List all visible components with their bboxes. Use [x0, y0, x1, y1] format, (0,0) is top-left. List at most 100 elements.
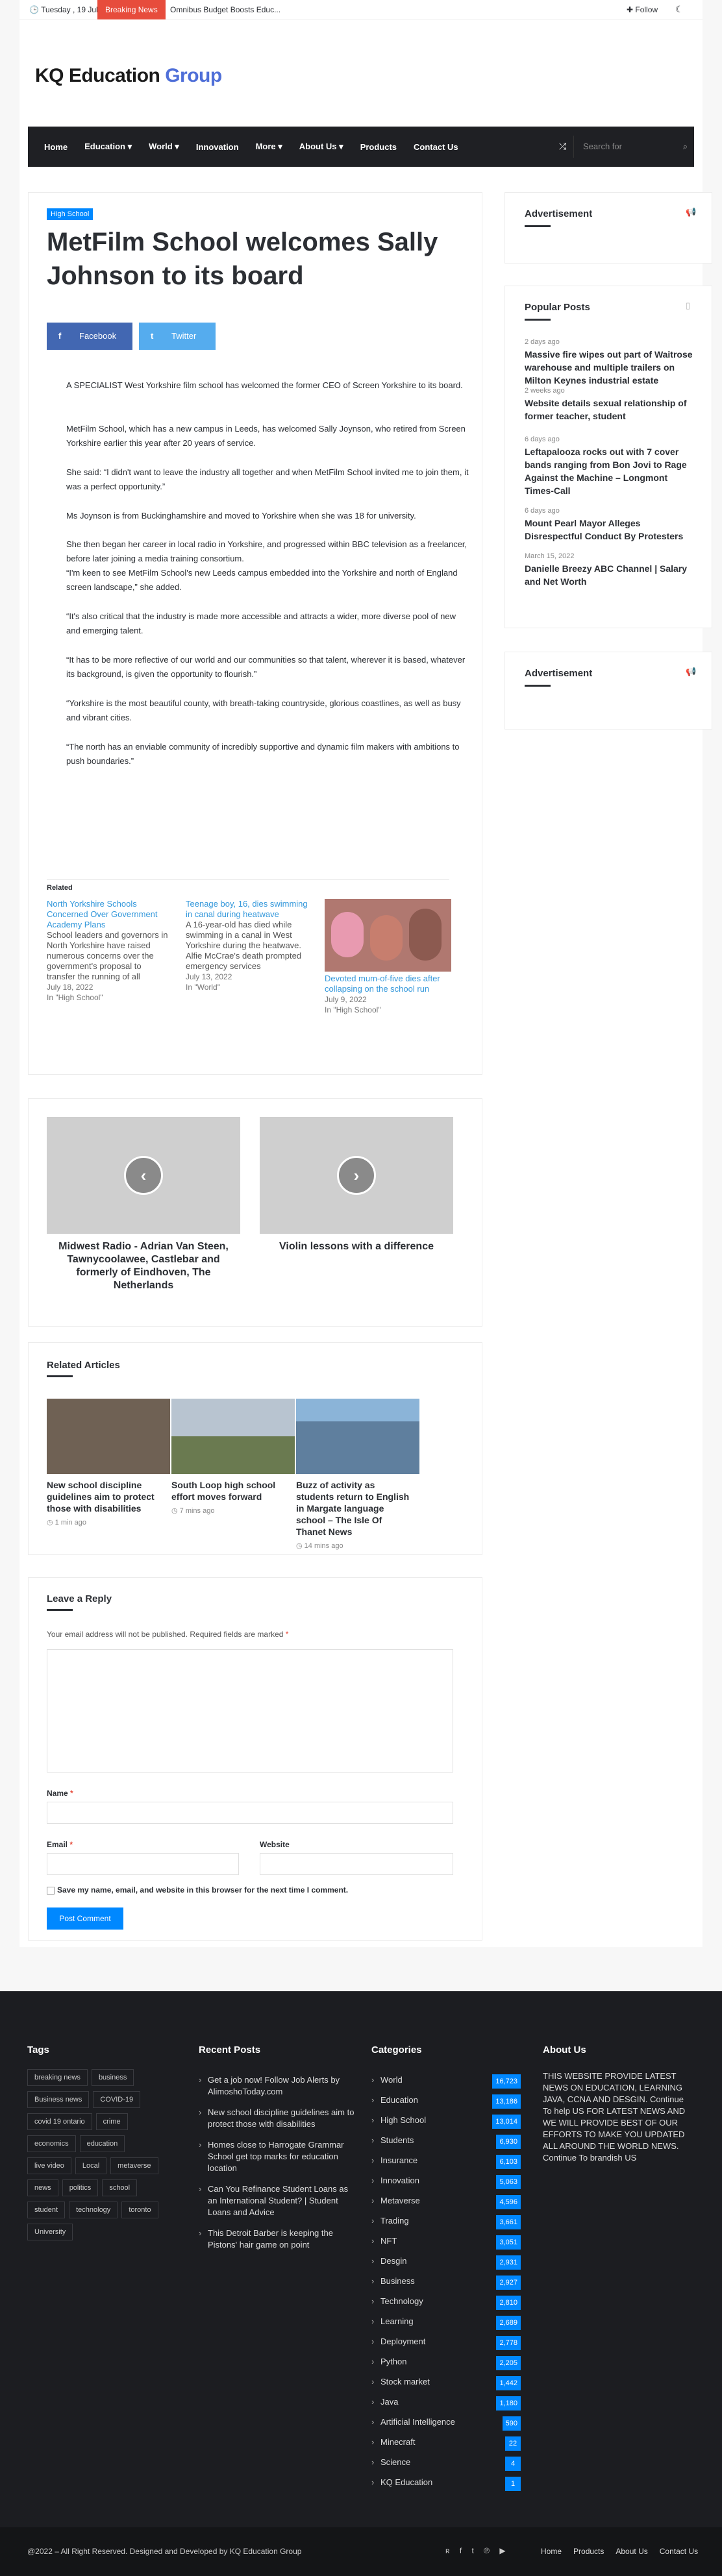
popular-post-title[interactable]: Website details sexual relationship of f…: [525, 397, 695, 423]
popular-post-title[interactable]: Mount Pearl Mayor Alleges Disrespectful …: [525, 517, 695, 543]
name-field[interactable]: [47, 1802, 453, 1824]
recent-post-link[interactable]: Homes close to Harrogate Grammar School …: [199, 2139, 355, 2174]
category-link[interactable]: Technology 2,810: [371, 2296, 521, 2315]
post-comment-button[interactable]: Post Comment: [47, 1907, 123, 1930]
prev-post-title[interactable]: Midwest Radio - Adrian Van Steen, Tawnyc…: [47, 1240, 240, 1292]
category-link[interactable]: Artificial Intelligence 590: [371, 2416, 521, 2436]
nav-item-4[interactable]: More ▾: [247, 141, 291, 152]
tag-link[interactable]: University: [27, 2224, 73, 2240]
tag-link[interactable]: breaking news: [27, 2069, 88, 2086]
recent-post-link[interactable]: Get a job now! Follow Job Alerts by Alim…: [199, 2074, 355, 2098]
tag-link[interactable]: COVID-19: [93, 2091, 141, 2108]
category-link[interactable]: Business 2,927: [371, 2275, 521, 2295]
article-thumbnail[interactable]: [171, 1399, 295, 1474]
article-thumbnail[interactable]: [296, 1399, 419, 1474]
search-input[interactable]: Search for ⌕: [573, 136, 690, 158]
tag-link[interactable]: student: [27, 2202, 66, 2218]
nav-item-3[interactable]: Innovation: [188, 142, 247, 152]
article-thumbnail[interactable]: [47, 1399, 170, 1474]
related-article-time: ◷ 7 mins ago: [171, 1506, 288, 1515]
article-paragraph: “I'm keen to see MetFilm School's new Le…: [66, 568, 458, 592]
follow-button[interactable]: ✚ Follow: [627, 5, 658, 14]
time-text: 1 min ago: [55, 1519, 86, 1527]
related-title[interactable]: Devoted mum-of-five dies after collapsin…: [325, 974, 448, 994]
chevron-left-icon[interactable]: ‹: [124, 1156, 163, 1195]
category-badge[interactable]: High School: [47, 208, 93, 220]
related-article-title[interactable]: New school discipline guidelines aim to …: [47, 1479, 164, 1514]
social-icons[interactable]: ʀ f t ℗ ▶: [445, 2546, 510, 2555]
footer-link[interactable]: Home: [541, 2547, 562, 2556]
recent-post-link[interactable]: This Detroit Barber is keeping the Pisto…: [199, 2227, 355, 2251]
footer-link[interactable]: Products: [573, 2547, 604, 2556]
site-logo[interactable]: KQ Education Group: [35, 65, 222, 87]
search-icon[interactable]: ⌕: [683, 136, 688, 158]
related-title[interactable]: North Yorkshire Schools Concerned Over G…: [47, 899, 170, 930]
tag-link[interactable]: technology: [69, 2202, 118, 2218]
related-article-title[interactable]: Buzz of activity as students return to E…: [296, 1479, 413, 1538]
category-name: Learning: [380, 2316, 414, 2326]
tag-link[interactable]: Local: [75, 2157, 107, 2174]
nav-item-6[interactable]: Products: [352, 142, 405, 152]
category-link[interactable]: Stock market 1,442: [371, 2376, 521, 2396]
category-link[interactable]: Java 1,180: [371, 2396, 521, 2416]
related-thumbnail[interactable]: [325, 899, 451, 972]
tag-link[interactable]: toronto: [121, 2202, 158, 2218]
category-link[interactable]: Python 2,205: [371, 2356, 521, 2375]
category-link[interactable]: Science 4: [371, 2457, 521, 2476]
twitter-share-button[interactable]: t Twitter: [139, 323, 216, 350]
related-article-title[interactable]: South Loop high school effort moves forw…: [171, 1479, 288, 1503]
related-title[interactable]: Teenage boy, 16, dies swimming in canal …: [186, 899, 309, 920]
category-link[interactable]: Deployment 2,778: [371, 2336, 521, 2355]
category-link[interactable]: Students 6,930: [371, 2135, 521, 2154]
comment-textarea[interactable]: [47, 1649, 453, 1773]
next-post-thumbnail[interactable]: ›: [260, 1117, 453, 1234]
tag-link[interactable]: Business news: [27, 2091, 90, 2108]
category-link[interactable]: Learning 2,689: [371, 2316, 521, 2335]
chevron-right-icon[interactable]: ›: [337, 1156, 376, 1195]
tag-link[interactable]: crime: [95, 2113, 128, 2130]
tag-link[interactable]: news: [27, 2179, 58, 2196]
breaking-news-link[interactable]: Omnibus Budget Boosts Educ...: [170, 5, 280, 14]
category-link[interactable]: Education 13,186: [371, 2094, 521, 2114]
tag-link[interactable]: school: [102, 2179, 138, 2196]
prev-post-thumbnail[interactable]: ‹: [47, 1117, 240, 1234]
nav-item-1[interactable]: Education ▾: [76, 141, 140, 152]
recent-post-link[interactable]: New school discipline guidelines aim to …: [199, 2107, 355, 2130]
save-info-checkbox[interactable]: [47, 1886, 55, 1895]
recent-post-link[interactable]: Can You Refinance Student Loans as an In…: [199, 2183, 355, 2218]
category-link[interactable]: NFT 3,051: [371, 2235, 521, 2255]
website-field[interactable]: [260, 1853, 453, 1875]
popular-post-title[interactable]: Danielle Breezy ABC Channel | Salary and…: [525, 562, 695, 588]
category-link[interactable]: Minecraft 22: [371, 2436, 521, 2456]
shuffle-icon[interactable]: ⤮: [559, 141, 566, 152]
tag-link[interactable]: business: [91, 2069, 134, 2086]
popular-post-title[interactable]: Massive fire wipes out part of Waitrose …: [525, 348, 695, 387]
nav-item-0[interactable]: Home: [36, 142, 76, 152]
nav-item-2[interactable]: World ▾: [140, 141, 188, 152]
category-link[interactable]: Insurance 6,103: [371, 2155, 521, 2174]
nav-item-5[interactable]: About Us ▾: [291, 141, 352, 152]
tag-link[interactable]: economics: [27, 2135, 76, 2152]
category-link[interactable]: World 16,723: [371, 2074, 521, 2094]
next-post-title[interactable]: Violin lessons with a difference: [260, 1240, 453, 1253]
facebook-share-button[interactable]: f Facebook: [47, 323, 132, 350]
category-link[interactable]: KQ Education 1: [371, 2477, 521, 2496]
tag-link[interactable]: metaverse: [110, 2157, 158, 2174]
tag-link[interactable]: covid 19 ontario: [27, 2113, 92, 2130]
tag-link[interactable]: education: [79, 2135, 125, 2152]
footer-link[interactable]: About Us: [616, 2547, 647, 2556]
category-name: Artificial Intelligence: [380, 2417, 455, 2427]
tag-link[interactable]: live video: [27, 2157, 71, 2174]
nav-item-7[interactable]: Contact Us: [405, 142, 467, 152]
popular-post-title[interactable]: Leftapalooza rocks out with 7 cover band…: [525, 445, 695, 497]
related-article-card: New school discipline guidelines aim to …: [47, 1479, 164, 1527]
category-link[interactable]: Desgin 2,931: [371, 2255, 521, 2275]
category-link[interactable]: Trading 3,661: [371, 2215, 521, 2235]
email-field[interactable]: [47, 1853, 239, 1875]
footer-link[interactable]: Contact Us: [660, 2547, 698, 2556]
category-link[interactable]: High School 13,014: [371, 2115, 521, 2134]
category-link[interactable]: Metaverse 4,596: [371, 2195, 521, 2214]
tag-link[interactable]: politics: [62, 2179, 99, 2196]
dark-mode-icon[interactable]: ☾: [675, 4, 684, 15]
category-link[interactable]: Innovation 5,063: [371, 2175, 521, 2194]
